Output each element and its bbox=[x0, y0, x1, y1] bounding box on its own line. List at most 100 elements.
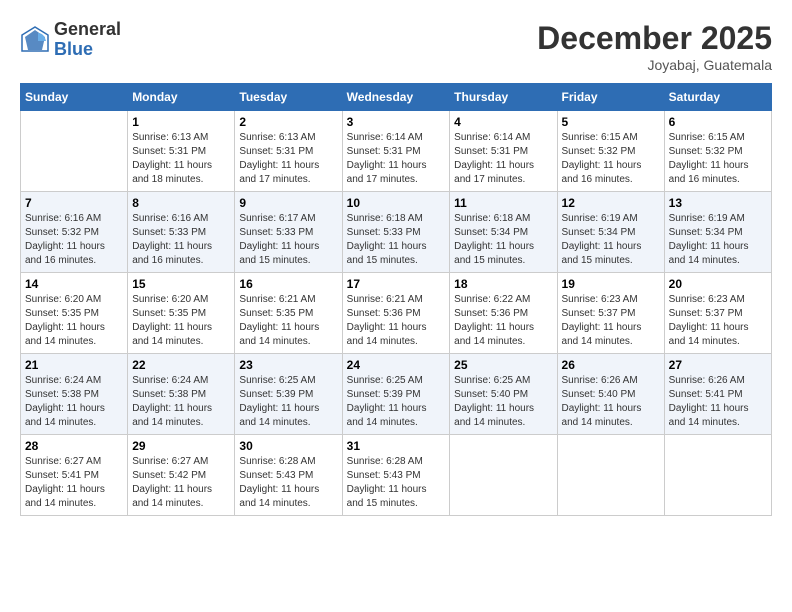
calendar-cell: 21 Sunrise: 6:24 AM Sunset: 5:38 PM Dayli… bbox=[21, 354, 128, 435]
day-number: 5 bbox=[562, 115, 660, 129]
day-info: Sunrise: 6:19 AM Sunset: 5:34 PM Dayligh… bbox=[562, 212, 660, 268]
day-info: Sunrise: 6:20 AM Sunset: 5:35 PM Dayligh… bbox=[132, 293, 230, 349]
day-info: Sunrise: 6:16 AM Sunset: 5:33 PM Dayligh… bbox=[132, 212, 230, 268]
calendar-cell: 5 Sunrise: 6:15 AM Sunset: 5:32 PM Daylig… bbox=[557, 111, 664, 192]
calendar-header-thursday: Thursday bbox=[450, 84, 557, 111]
day-number: 25 bbox=[454, 358, 552, 372]
calendar-week-row: 28 Sunrise: 6:27 AM Sunset: 5:41 PM Dayli… bbox=[21, 435, 772, 516]
day-number: 17 bbox=[347, 277, 446, 291]
day-info: Sunrise: 6:28 AM Sunset: 5:43 PM Dayligh… bbox=[239, 455, 337, 511]
day-info: Sunrise: 6:25 AM Sunset: 5:39 PM Dayligh… bbox=[239, 374, 337, 430]
calendar-cell: 23 Sunrise: 6:25 AM Sunset: 5:39 PM Dayli… bbox=[235, 354, 342, 435]
logo-icon bbox=[20, 25, 50, 55]
day-number: 9 bbox=[239, 196, 337, 210]
day-number: 22 bbox=[132, 358, 230, 372]
day-info: Sunrise: 6:27 AM Sunset: 5:42 PM Dayligh… bbox=[132, 455, 230, 511]
calendar-cell: 30Sunrise: 6:28 AM Sunset: 5:43 PM Dayli… bbox=[235, 435, 342, 516]
day-info: Sunrise: 6:14 AM Sunset: 5:31 PM Dayligh… bbox=[347, 131, 446, 187]
calendar-header-tuesday: Tuesday bbox=[235, 84, 342, 111]
day-number: 15 bbox=[132, 277, 230, 291]
calendar-cell: 14Sunrise: 6:20 AM Sunset: 5:35 PM Dayli… bbox=[21, 273, 128, 354]
day-info: Sunrise: 6:14 AM Sunset: 5:31 PM Dayligh… bbox=[454, 131, 552, 187]
day-info: Sunrise: 6:17 AM Sunset: 5:33 PM Dayligh… bbox=[239, 212, 337, 268]
calendar-cell: 9 Sunrise: 6:17 AM Sunset: 5:33 PM Daylig… bbox=[235, 192, 342, 273]
day-info: Sunrise: 6:23 AM Sunset: 5:37 PM Dayligh… bbox=[562, 293, 660, 349]
day-number: 18 bbox=[454, 277, 552, 291]
day-info: Sunrise: 6:13 AM Sunset: 5:31 PM Dayligh… bbox=[132, 131, 230, 187]
logo-text: General Blue bbox=[54, 20, 121, 60]
calendar-week-row: 7Sunrise: 6:16 AM Sunset: 5:32 PM Daylig… bbox=[21, 192, 772, 273]
day-number: 14 bbox=[25, 277, 123, 291]
calendar-header-friday: Friday bbox=[557, 84, 664, 111]
calendar-cell: 17 Sunrise: 6:21 AM Sunset: 5:36 PM Dayli… bbox=[342, 273, 450, 354]
calendar-cell: 29 Sunrise: 6:27 AM Sunset: 5:42 PM Dayli… bbox=[128, 435, 235, 516]
calendar-cell: 4 Sunrise: 6:14 AM Sunset: 5:31 PM Daylig… bbox=[450, 111, 557, 192]
day-info: Sunrise: 6:13 AM Sunset: 5:31 PM Dayligh… bbox=[239, 131, 337, 187]
day-number: 12 bbox=[562, 196, 660, 210]
location: Joyabaj, Guatemala bbox=[537, 57, 772, 73]
calendar-cell: 16 Sunrise: 6:21 AM Sunset: 5:35 PM Dayli… bbox=[235, 273, 342, 354]
day-info: Sunrise: 6:18 AM Sunset: 5:34 PM Dayligh… bbox=[454, 212, 552, 268]
calendar-cell: 28 Sunrise: 6:27 AM Sunset: 5:41 PM Dayli… bbox=[21, 435, 128, 516]
day-info: Sunrise: 6:24 AM Sunset: 5:38 PM Dayligh… bbox=[25, 374, 123, 430]
calendar-cell: 22 Sunrise: 6:24 AM Sunset: 5:38 PM Dayli… bbox=[128, 354, 235, 435]
day-number: 27 bbox=[669, 358, 767, 372]
day-number: 11 bbox=[454, 196, 552, 210]
day-number: 21 bbox=[25, 358, 123, 372]
calendar-cell: 31Sunrise: 6:28 AM Sunset: 5:43 PM Dayli… bbox=[342, 435, 450, 516]
calendar-cell: 25 Sunrise: 6:25 AM Sunset: 5:40 PM Dayli… bbox=[450, 354, 557, 435]
day-number: 4 bbox=[454, 115, 552, 129]
day-info: Sunrise: 6:25 AM Sunset: 5:40 PM Dayligh… bbox=[454, 374, 552, 430]
day-number: 6 bbox=[669, 115, 767, 129]
calendar-cell: 6 Sunrise: 6:15 AM Sunset: 5:32 PM Daylig… bbox=[664, 111, 771, 192]
day-number: 26 bbox=[562, 358, 660, 372]
day-info: Sunrise: 6:21 AM Sunset: 5:36 PM Dayligh… bbox=[347, 293, 446, 349]
calendar-table: SundayMondayTuesdayWednesdayThursdayFrid… bbox=[20, 83, 772, 516]
day-info: Sunrise: 6:22 AM Sunset: 5:36 PM Dayligh… bbox=[454, 293, 552, 349]
calendar-cell: 11 Sunrise: 6:18 AM Sunset: 5:34 PM Dayli… bbox=[450, 192, 557, 273]
calendar-cell: 24 Sunrise: 6:25 AM Sunset: 5:39 PM Dayli… bbox=[342, 354, 450, 435]
day-number: 24 bbox=[347, 358, 446, 372]
logo-blue: Blue bbox=[54, 39, 93, 59]
calendar-cell: 27 Sunrise: 6:26 AM Sunset: 5:41 PM Dayli… bbox=[664, 354, 771, 435]
logo-general: General bbox=[54, 19, 121, 39]
day-number: 28 bbox=[25, 439, 123, 453]
calendar-week-row: 14 Sunrise: 6:20 AM Sunset: 5:35 PM Dayli… bbox=[21, 273, 772, 354]
calendar-cell: 3 Sunrise: 6:14 AM Sunset: 5:31 PM Daylig… bbox=[342, 111, 450, 192]
day-info: Sunrise: 6:25 AM Sunset: 5:39 PM Dayligh… bbox=[347, 374, 446, 430]
day-number: 3 bbox=[347, 115, 446, 129]
day-number: 8 bbox=[132, 196, 230, 210]
calendar-week-row: 21 Sunrise: 6:24 AM Sunset: 5:38 PM Dayli… bbox=[21, 354, 772, 435]
calendar-week-row: 1 Sunrise: 6:13 AM Sunset: 5:31 PM Daylig… bbox=[21, 111, 772, 192]
day-number: 16 bbox=[239, 277, 337, 291]
calendar-cell: 10Sunrise: 6:18 AM Sunset: 5:33 PM Dayli… bbox=[342, 192, 450, 273]
day-number: 31 bbox=[347, 439, 446, 453]
day-number: 23 bbox=[239, 358, 337, 372]
calendar-header-monday: Monday bbox=[128, 84, 235, 111]
day-info: Sunrise: 6:24 AM Sunset: 5:38 PM Dayligh… bbox=[132, 374, 230, 430]
day-info: Sunrise: 6:19 AM Sunset: 5:34 PM Dayligh… bbox=[669, 212, 767, 268]
calendar-header-row: SundayMondayTuesdayWednesdayThursdayFrid… bbox=[21, 84, 772, 111]
day-info: Sunrise: 6:15 AM Sunset: 5:32 PM Dayligh… bbox=[669, 131, 767, 187]
calendar-cell: 15 Sunrise: 6:20 AM Sunset: 5:35 PM Dayli… bbox=[128, 273, 235, 354]
calendar-cell: 8 Sunrise: 6:16 AM Sunset: 5:33 PM Daylig… bbox=[128, 192, 235, 273]
calendar-cell: 18 Sunrise: 6:22 AM Sunset: 5:36 PM Dayli… bbox=[450, 273, 557, 354]
calendar-cell: 2Sunrise: 6:13 AM Sunset: 5:31 PM Daylig… bbox=[235, 111, 342, 192]
day-info: Sunrise: 6:15 AM Sunset: 5:32 PM Dayligh… bbox=[562, 131, 660, 187]
calendar-header-sunday: Sunday bbox=[21, 84, 128, 111]
calendar-cell: 13Sunrise: 6:19 AM Sunset: 5:34 PM Dayli… bbox=[664, 192, 771, 273]
day-info: Sunrise: 6:18 AM Sunset: 5:33 PM Dayligh… bbox=[347, 212, 446, 268]
logo: General Blue bbox=[20, 20, 121, 60]
calendar-cell: 7Sunrise: 6:16 AM Sunset: 5:32 PM Daylig… bbox=[21, 192, 128, 273]
day-info: Sunrise: 6:26 AM Sunset: 5:41 PM Dayligh… bbox=[669, 374, 767, 430]
calendar-cell: 12 Sunrise: 6:19 AM Sunset: 5:34 PM Dayli… bbox=[557, 192, 664, 273]
day-info: Sunrise: 6:21 AM Sunset: 5:35 PM Dayligh… bbox=[239, 293, 337, 349]
calendar-cell bbox=[664, 435, 771, 516]
day-number: 20 bbox=[669, 277, 767, 291]
day-number: 29 bbox=[132, 439, 230, 453]
day-info: Sunrise: 6:26 AM Sunset: 5:40 PM Dayligh… bbox=[562, 374, 660, 430]
day-info: Sunrise: 6:27 AM Sunset: 5:41 PM Dayligh… bbox=[25, 455, 123, 511]
day-number: 7 bbox=[25, 196, 123, 210]
calendar-cell bbox=[450, 435, 557, 516]
day-number: 1 bbox=[132, 115, 230, 129]
